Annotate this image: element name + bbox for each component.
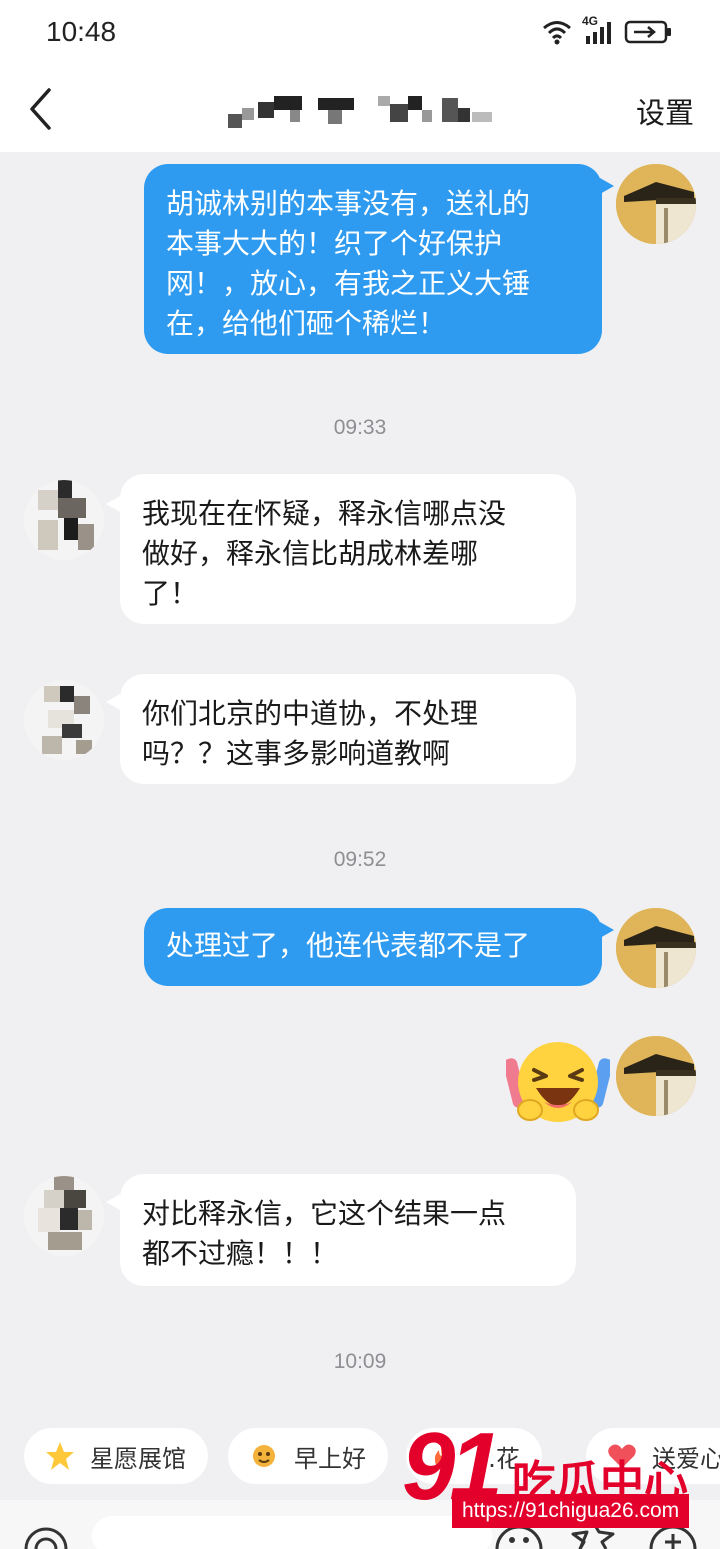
message-line: 吗？？这事多影响道教啊	[142, 737, 451, 770]
chat-title-redacted	[228, 94, 498, 128]
message-bubble-other[interactable]: 对比释永信，它这个结果一点 都不过瘾！！！	[120, 1174, 576, 1286]
message-line: 本事大大的！织了个好保护	[166, 227, 503, 260]
message-line: 在，给他们砸个稀烂！	[166, 307, 447, 340]
watermark-url: https://91chigua26.com	[452, 1494, 690, 1528]
quick-action-chip[interactable]: 星愿展馆	[24, 1428, 208, 1484]
self-avatar[interactable]	[616, 908, 696, 988]
message-bubble-self[interactable]: 处理过了，他连代表都不是了	[144, 908, 602, 986]
bubble-tail	[600, 922, 614, 938]
quick-action-label: 早上好	[294, 1444, 366, 1473]
battery-icon	[624, 20, 671, 44]
bubble-tail	[106, 496, 120, 512]
self-avatar[interactable]	[616, 1036, 696, 1116]
wifi-icon	[543, 21, 571, 45]
back-arrow-icon[interactable]	[22, 84, 62, 134]
bubble-tail	[600, 178, 614, 194]
chat-message-list[interactable]: 胡诚林别的本事没有，送礼的 本事大大的！织了个好保护 网！，放心，有我之正义大锤…	[0, 152, 720, 1407]
watermark-logo: 91 吃瓜中心 https://91chigua26.com	[400, 1412, 720, 1532]
timestamp: 09:33	[333, 416, 387, 439]
status-time: 10:48	[46, 16, 117, 47]
quick-action-chip[interactable]: 早上好	[228, 1428, 388, 1484]
quick-action-label: 星愿展馆	[90, 1444, 186, 1473]
message-line: 我现在在怀疑，释永信哪点没	[142, 497, 507, 530]
message-line: 胡诚林别的本事没有，送礼的	[166, 187, 531, 220]
message-line: 处理过了，他连代表都不是了	[166, 929, 531, 962]
self-avatar[interactable]	[616, 164, 696, 244]
message-line: 都不过瘾！！！	[142, 1237, 339, 1270]
contact-avatar[interactable]	[24, 480, 104, 560]
bubble-tail	[106, 694, 120, 710]
voice-icon[interactable]	[22, 1522, 70, 1549]
message-line: 了！	[142, 577, 199, 610]
contact-avatar[interactable]	[24, 1176, 104, 1256]
timestamp: 10:09	[333, 1350, 387, 1373]
star-icon	[46, 1442, 74, 1470]
status-bar: 10:48 4G	[0, 0, 720, 70]
laughing-emoji-sticker[interactable]	[503, 1032, 613, 1132]
settings-button[interactable]: 设置	[636, 90, 694, 132]
message-line: 对比释永信，它这个结果一点	[142, 1197, 507, 1230]
timestamp: 09:52	[333, 848, 387, 871]
sun-face-icon	[253, 1445, 275, 1467]
bubble-tail	[106, 1194, 120, 1210]
message-bubble-other[interactable]: 你们北京的中道协，不处理 吗？？这事多影响道教啊	[120, 674, 576, 784]
status-icons: 4G	[542, 14, 674, 46]
message-line: 你们北京的中道协，不处理	[142, 697, 479, 730]
message-line: 做好，释永信比胡成林差哪	[142, 537, 479, 570]
signal-icon: 4G	[582, 14, 614, 46]
navigation-bar: 设置	[0, 70, 720, 152]
contact-avatar[interactable]	[24, 680, 104, 760]
message-line: 网！，放心，有我之正义大锤	[166, 267, 531, 300]
message-bubble-self[interactable]: 胡诚林别的本事没有，送礼的 本事大大的！织了个好保护 网！，放心，有我之正义大锤…	[144, 164, 602, 354]
message-bubble-other[interactable]: 我现在在怀疑，释永信哪点没 做好，释永信比胡成林差哪 了！	[120, 474, 576, 624]
